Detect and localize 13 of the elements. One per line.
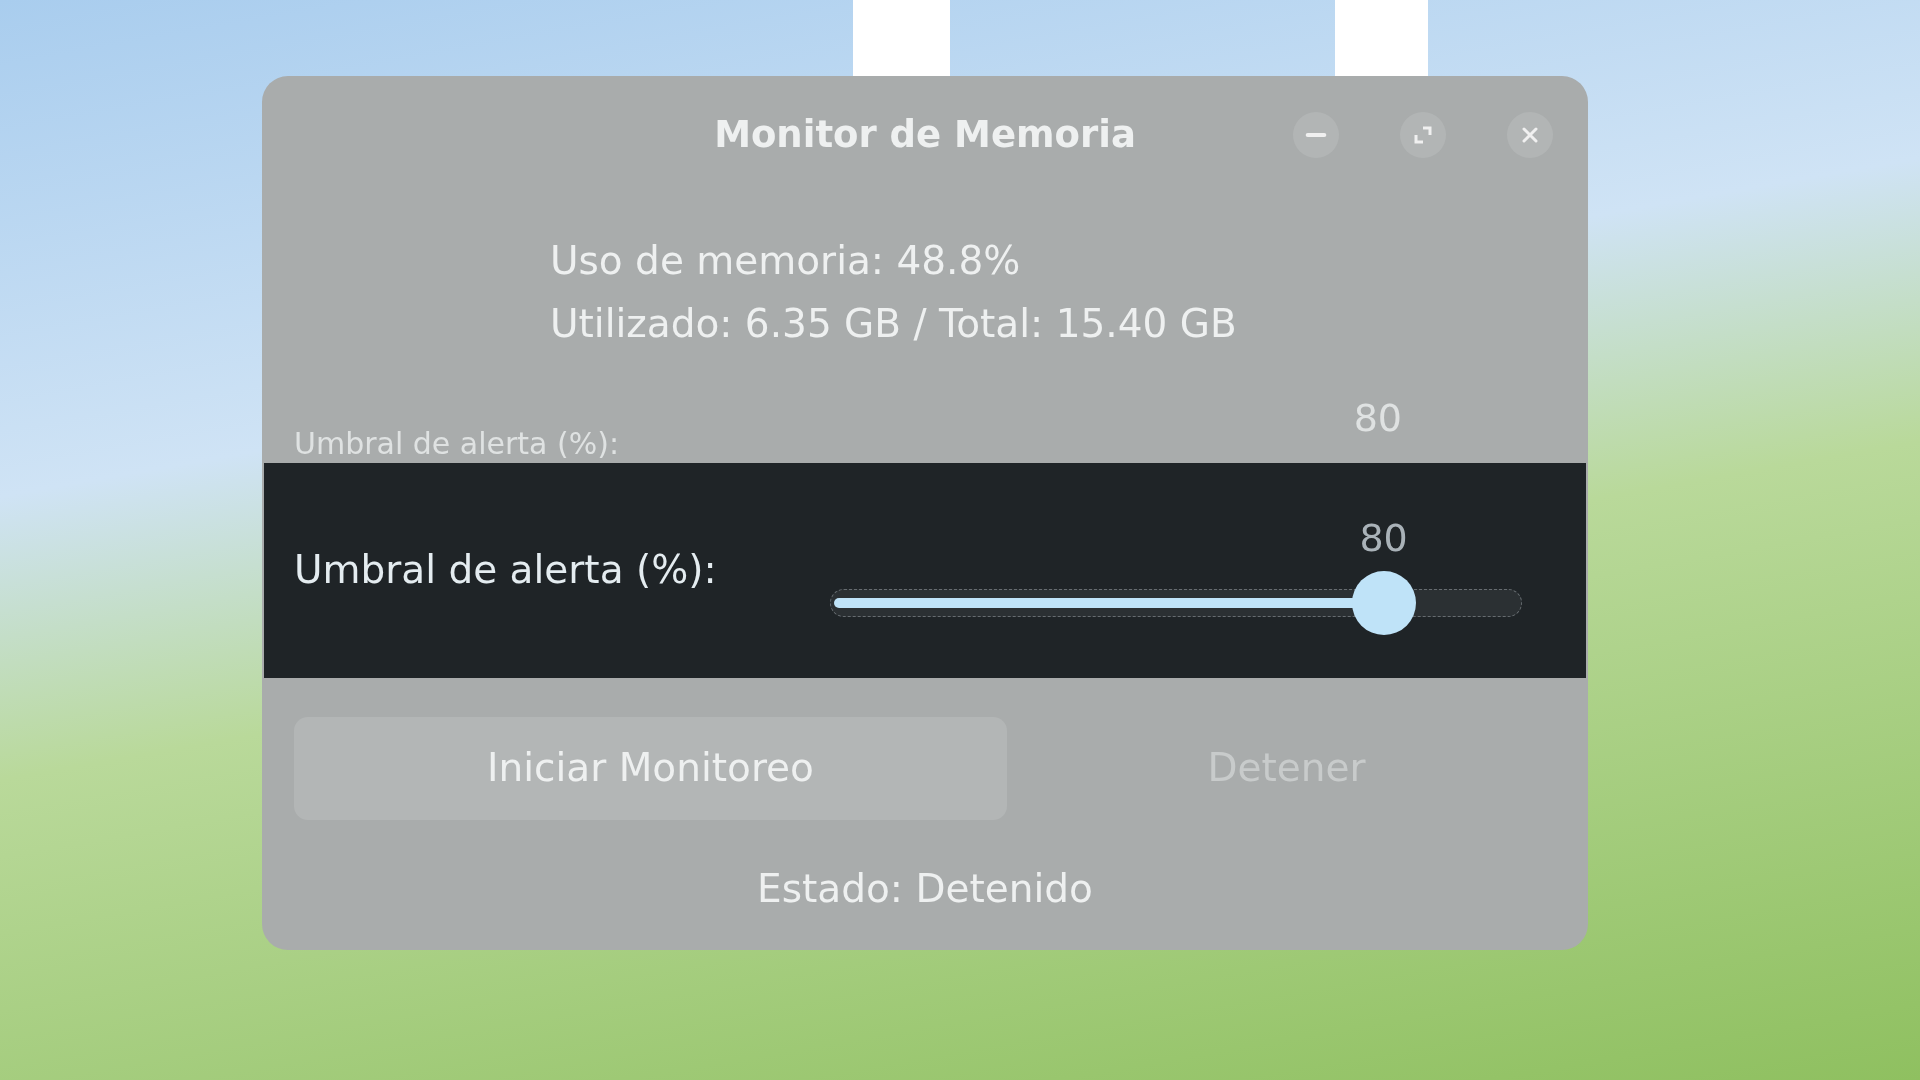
memory-usage-text: Uso de memoria: 48.8% bbox=[550, 237, 1022, 285]
close-button[interactable] bbox=[1507, 112, 1553, 158]
threshold-label: Umbral de alerta (%): bbox=[294, 547, 717, 593]
maximize-icon bbox=[1412, 124, 1434, 146]
maximize-button[interactable] bbox=[1400, 112, 1446, 158]
start-button[interactable]: Iniciar Monitoreo bbox=[294, 717, 1007, 820]
minimize-icon bbox=[1305, 132, 1327, 138]
minimize-button[interactable] bbox=[1293, 112, 1339, 158]
status-text: Estado: Detenido bbox=[757, 865, 1093, 913]
memory-detail-text: Utilizado: 6.35 GB / Total: 15.40 GB bbox=[550, 300, 1238, 348]
slider-value: 80 bbox=[1359, 518, 1408, 557]
slider-track[interactable] bbox=[830, 570, 1522, 635]
window-title: Monitor de Memoria bbox=[714, 112, 1136, 159]
